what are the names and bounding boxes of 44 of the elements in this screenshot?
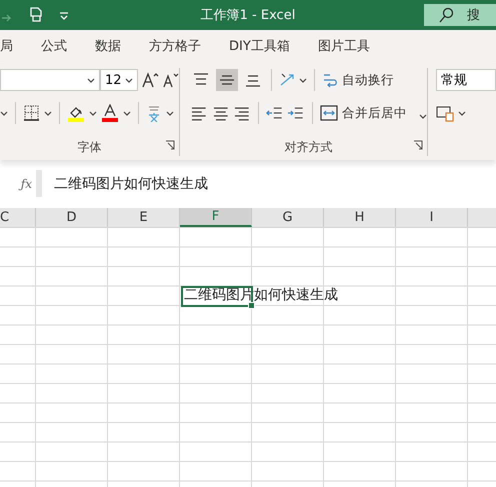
wrap-text-button[interactable]: 自动换行 bbox=[322, 69, 394, 91]
dropdown-icon[interactable] bbox=[299, 78, 307, 82]
merge-cells-icon[interactable] bbox=[320, 104, 338, 122]
column-header[interactable]: F bbox=[180, 208, 252, 227]
window-title: 工作簿1 - Excel bbox=[200, 8, 296, 23]
fill-handle[interactable] bbox=[248, 302, 255, 309]
print-preview-icon[interactable] bbox=[28, 6, 44, 24]
ribbon-tab[interactable]: DIY工具箱 bbox=[229, 35, 290, 57]
dropdown-icon[interactable] bbox=[458, 110, 466, 116]
dropdown-icon[interactable] bbox=[89, 110, 97, 116]
font-name-field[interactable] bbox=[0, 69, 100, 91]
accounting-format-icon[interactable] bbox=[436, 104, 454, 122]
column-header[interactable]: I bbox=[396, 208, 468, 227]
merge-center-button[interactable]: 合并后居中 bbox=[320, 102, 408, 124]
number-format-field[interactable]: 常规 bbox=[436, 69, 496, 91]
ribbon-tab[interactable]: 数据 bbox=[95, 35, 121, 57]
font-color-icon[interactable] bbox=[101, 104, 119, 122]
insert-function-icon[interactable]: ƒx bbox=[20, 176, 32, 190]
column-header[interactable]: C bbox=[0, 208, 36, 227]
group-label: 对齐方式 bbox=[284, 140, 332, 154]
column-header[interactable]: H bbox=[324, 208, 396, 227]
dialog-launcher-icon[interactable] bbox=[413, 140, 423, 150]
dropdown-icon[interactable] bbox=[125, 78, 133, 82]
dropdown-icon[interactable] bbox=[419, 114, 428, 118]
borders-icon[interactable] bbox=[23, 104, 40, 122]
column-header[interactable]: G bbox=[252, 208, 324, 227]
group-label: 字体 bbox=[78, 140, 102, 154]
dropdown-icon[interactable] bbox=[123, 110, 131, 116]
ribbon-tab[interactable]: 公式 bbox=[41, 35, 67, 57]
search-field[interactable]: 搜 bbox=[424, 4, 496, 26]
dropdown-icon[interactable] bbox=[0, 110, 8, 116]
shrink-font-icon[interactable] bbox=[163, 71, 179, 89]
grow-font-icon[interactable] bbox=[142, 71, 159, 89]
dropdown-icon[interactable] bbox=[44, 110, 52, 116]
ribbon-tab[interactable]: 方方格子 bbox=[149, 35, 201, 57]
font-size-field[interactable]: 12 bbox=[100, 69, 138, 91]
dropdown-icon[interactable] bbox=[87, 78, 95, 82]
search-icon[interactable] bbox=[438, 7, 453, 23]
ribbon-tab[interactable]: 图片工具 bbox=[318, 35, 370, 57]
dropdown-icon[interactable] bbox=[166, 110, 174, 116]
formula-field[interactable]: 二维码图片如何快速生成 bbox=[42, 170, 496, 197]
column-header[interactable]: D bbox=[36, 208, 108, 227]
dialog-launcher-icon[interactable] bbox=[165, 140, 175, 150]
ribbon-tab[interactable]: 局 bbox=[0, 35, 13, 57]
